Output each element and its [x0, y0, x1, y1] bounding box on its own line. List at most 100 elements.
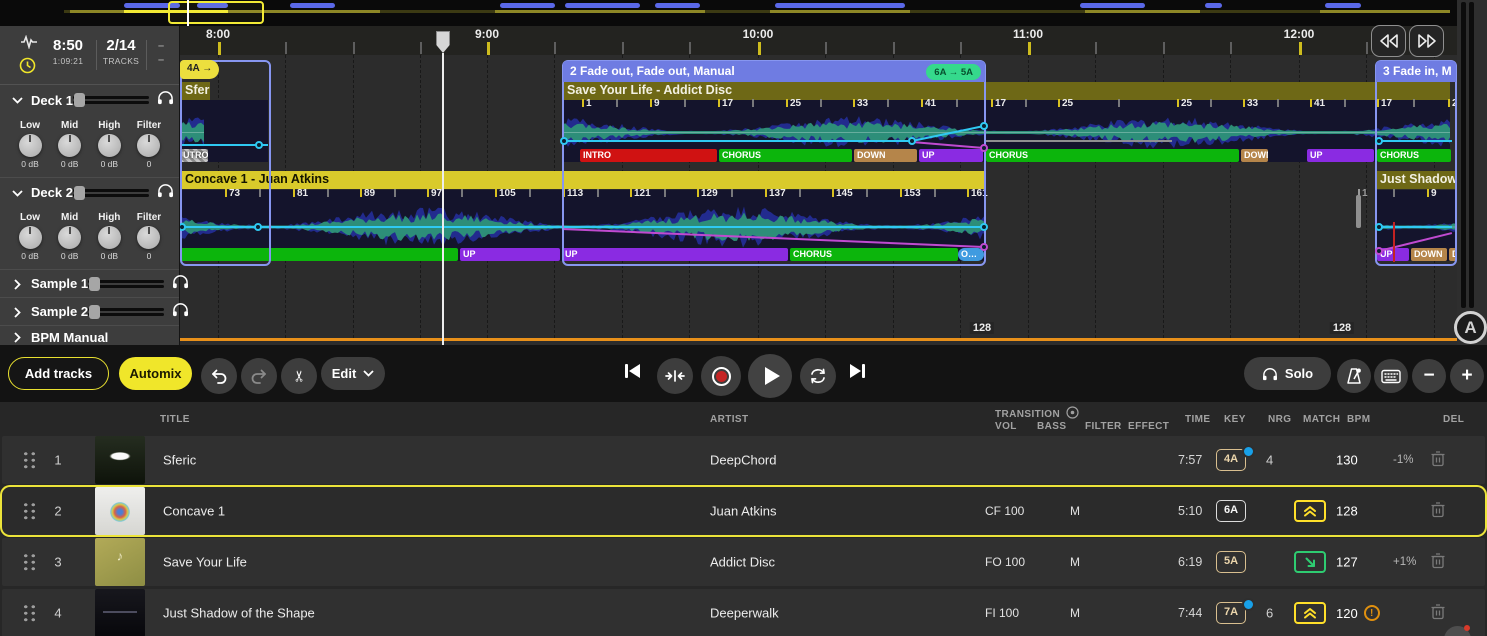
transition-header[interactable]: 2 Fade out, Fade out, Manual [563, 61, 985, 82]
transition-header[interactable]: 3 Fade in, M [1376, 61, 1456, 82]
automation-point[interactable] [980, 223, 988, 231]
collapse-chevron[interactable] [12, 184, 23, 202]
drag-handle-icon[interactable] [22, 553, 37, 572]
match-down-button[interactable] [1294, 551, 1326, 573]
automix-button[interactable]: Automix [119, 357, 192, 390]
drag-handle-icon[interactable] [22, 451, 37, 470]
automation-line[interactable] [986, 140, 1172, 142]
zoom-in-button[interactable]: + [1450, 359, 1484, 393]
mix-handle[interactable] [1356, 195, 1361, 228]
album-art [95, 538, 145, 586]
track-row[interactable]: 1 Sferic DeepChord 7:57 4A 4 130! -1% [2, 436, 1485, 484]
transition-vol[interactable]: FI 100 [985, 606, 1019, 620]
comment-badge[interactable] [1242, 445, 1255, 458]
play-button[interactable] [748, 354, 792, 398]
split-button[interactable]: ✂ [281, 358, 317, 394]
loop-button[interactable] [800, 358, 836, 394]
skip-start-button[interactable] [622, 362, 642, 385]
knob-dial[interactable] [19, 226, 42, 249]
metronome-button[interactable] [1337, 359, 1371, 393]
automation-point[interactable] [1375, 137, 1383, 145]
knob-dial[interactable] [98, 134, 121, 157]
track-row[interactable]: 3 Save Your Life Addict Disc FO 100 M 6:… [2, 538, 1485, 586]
deck-1-header[interactable]: Deck 1 [0, 85, 179, 115]
knob-dial[interactable] [137, 226, 160, 249]
match-up-button[interactable] [1294, 602, 1326, 624]
track-artist: DeepChord [710, 453, 777, 468]
timeline[interactable]: 8:009:0010:0011:0012:00SferUTROSave Your… [180, 26, 1457, 345]
bpm-automation-line[interactable] [180, 338, 1457, 341]
automation-point[interactable] [980, 243, 988, 251]
automation-point[interactable] [908, 137, 916, 145]
jump-back-button[interactable] [1371, 25, 1406, 57]
comment-badge[interactable] [1242, 598, 1255, 611]
minimap-viewport[interactable] [168, 1, 264, 24]
jump-to-playhead-button[interactable] [657, 358, 693, 394]
zoom-out-button[interactable]: − [1412, 359, 1446, 393]
collapse-chevron[interactable] [12, 328, 23, 346]
section-chorus[interactable]: CHORUS [986, 149, 1239, 162]
track-row[interactable]: 2 Concave 1 Juan Atkins CF 100 M 5:10 6A… [2, 487, 1485, 535]
automation-point[interactable] [980, 144, 988, 152]
collapse-chevron[interactable] [12, 303, 23, 321]
volume-slider[interactable] [73, 93, 149, 107]
collapse-chevron[interactable] [12, 91, 23, 109]
transition-overlay-1[interactable]: 4A → [180, 60, 271, 266]
section-up[interactable]: UP [1307, 149, 1374, 162]
volume-slider[interactable] [73, 186, 149, 200]
transition-vol[interactable]: FO 100 [985, 555, 1025, 569]
timeline-ruler[interactable] [180, 26, 1457, 55]
transition-overlay-2[interactable]: 2 Fade out, Fade out, Manual6A → 5A [562, 60, 986, 266]
transition-filter[interactable]: M [1070, 504, 1080, 518]
undo-button[interactable] [201, 358, 237, 394]
headphones-button[interactable] [157, 90, 174, 110]
drag-handle-icon[interactable] [22, 604, 37, 623]
overview-minimap[interactable] [0, 0, 1457, 26]
automation-point[interactable] [254, 223, 262, 231]
delete-button[interactable] [1430, 552, 1446, 573]
edit-menu-button[interactable]: Edit [321, 357, 385, 390]
solo-button[interactable]: Solo [1244, 357, 1331, 390]
key-chip[interactable]: 6A [1216, 500, 1246, 522]
jump-forward-button[interactable] [1409, 25, 1444, 57]
headphones-button[interactable] [157, 183, 174, 203]
drag-handle-icon[interactable] [22, 502, 37, 521]
knob-dial[interactable] [19, 134, 42, 157]
automation-point[interactable] [560, 137, 568, 145]
deck-2-header[interactable]: Deck 2 [0, 177, 179, 207]
automation-point[interactable] [255, 141, 263, 149]
headphones-button[interactable] [172, 274, 189, 294]
sample-2-header[interactable]: Sample 2 [0, 297, 179, 325]
transition-filter[interactable]: M [1070, 555, 1080, 569]
transition-filter[interactable]: M [1070, 606, 1080, 620]
headphones-button[interactable] [172, 302, 189, 322]
delete-button[interactable] [1430, 450, 1446, 471]
knob-dial[interactable] [58, 226, 81, 249]
skip-end-button[interactable] [848, 362, 868, 385]
add-tracks-button[interactable]: Add tracks [8, 357, 109, 390]
key-chip[interactable]: 5A [1216, 551, 1246, 573]
keyboard-shortcuts-button[interactable] [1374, 359, 1408, 393]
knob-dial[interactable] [98, 226, 121, 249]
record-button[interactable] [701, 356, 741, 396]
delete-button[interactable] [1430, 603, 1446, 624]
transition-vol[interactable]: CF 100 [985, 504, 1024, 518]
redo-button[interactable] [241, 358, 277, 394]
delete-button[interactable] [1430, 501, 1446, 522]
volume-slider[interactable] [88, 277, 164, 291]
track-row[interactable]: 4 Just Shadow of the Shape Deeperwalk FI… [2, 589, 1485, 636]
automation-point[interactable] [1375, 223, 1383, 231]
transition-overlay-3[interactable]: 3 Fade in, M [1375, 60, 1457, 266]
knob-dial[interactable] [137, 134, 160, 157]
automation-point[interactable] [980, 122, 988, 130]
section-up[interactable]: UP [460, 248, 560, 261]
vertical-scrollbar[interactable] [1457, 0, 1487, 345]
section-down[interactable]: DOWN [1241, 149, 1268, 162]
volume-slider[interactable] [88, 305, 164, 319]
match-up-button[interactable] [1294, 500, 1326, 522]
collapse-chevron[interactable] [12, 275, 23, 293]
sample-1-header[interactable]: Sample 1 [0, 269, 179, 297]
automation-point[interactable] [1375, 247, 1383, 255]
knob-dial[interactable] [58, 134, 81, 157]
col-artist: ARTIST [710, 414, 749, 425]
